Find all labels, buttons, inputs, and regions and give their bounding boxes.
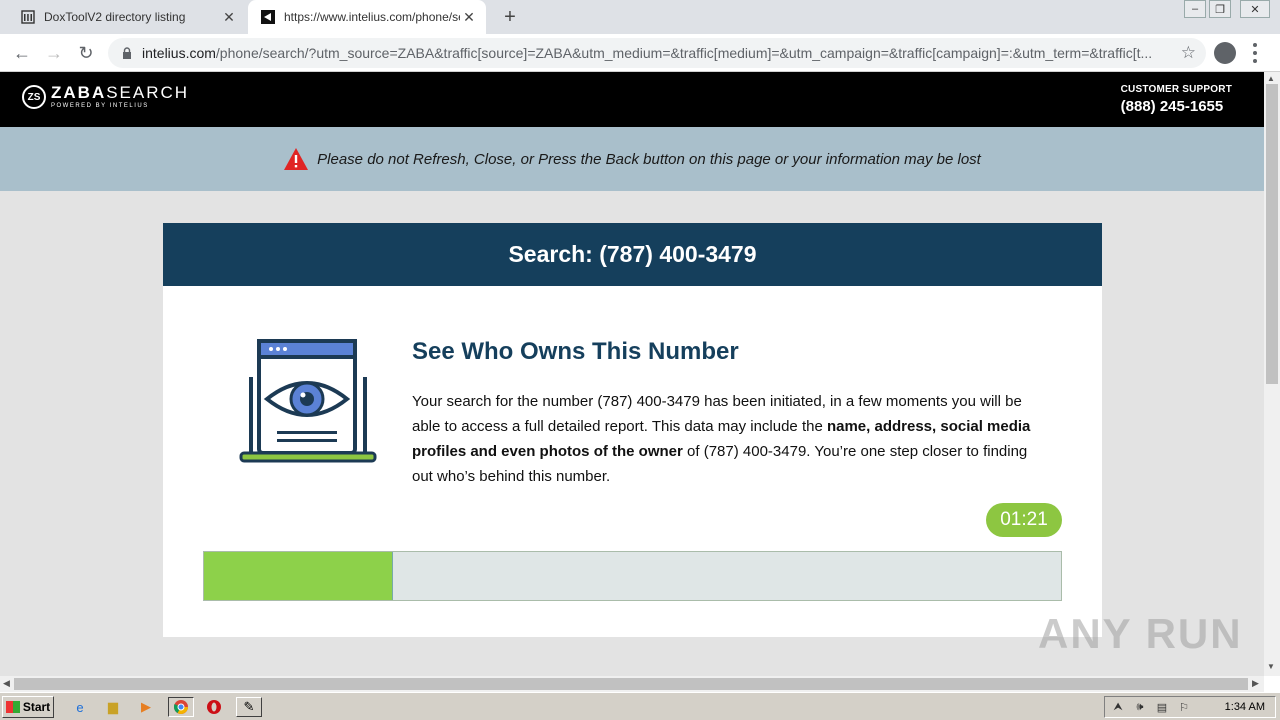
url-path: /phone/search/?utm_source=ZABA&traffic[s… xyxy=(215,45,1152,61)
profile-avatar-icon[interactable] xyxy=(1214,42,1236,64)
progress-fill xyxy=(204,552,393,600)
anyrun-watermark: ANY RUN xyxy=(1038,610,1243,657)
screen: DoxToolV2 directory listing ✕ https://ww… xyxy=(0,0,1280,720)
search-header: Search: (787) 400-3479 xyxy=(163,223,1102,286)
back-icon[interactable]: ← xyxy=(10,41,34,65)
scroll-thumb[interactable] xyxy=(1266,84,1278,384)
clock: 1:34 AM xyxy=(1224,701,1265,713)
browser-tabstrip: DoxToolV2 directory listing ✕ https://ww… xyxy=(0,0,1280,34)
system-tray: ⮝ 🕪 ▤ ⚐ 1:34 AM xyxy=(1104,696,1276,718)
volume-icon[interactable]: 🕪 xyxy=(1131,699,1149,715)
menu-kebab-icon[interactable] xyxy=(1252,43,1258,63)
url-text: intelius.com/phone/search/?utm_source=ZA… xyxy=(142,45,1152,61)
scroll-left-icon[interactable]: ◀ xyxy=(3,678,10,689)
page-viewport: ZS ZABASEARCH POWERED BY INTELIUS CUSTOM… xyxy=(0,72,1264,676)
progress-bar xyxy=(203,551,1062,601)
folder-icon[interactable]: ▆ xyxy=(103,697,123,717)
tab-intelius[interactable]: https://www.intelius.com/phone/se ✕ xyxy=(248,0,486,34)
hscroll-thumb[interactable] xyxy=(14,678,1248,690)
opera-icon[interactable] xyxy=(204,697,224,717)
logo-badge: ZS xyxy=(22,85,46,109)
logo-text: ZABASEARCH POWERED BY INTELIUS xyxy=(51,84,189,110)
zabasearch-logo[interactable]: ZS ZABASEARCH POWERED BY INTELIUS xyxy=(22,84,189,110)
countdown-timer: 01:21 xyxy=(986,503,1062,537)
warning-message: Please do not Refresh, Close, or Press t… xyxy=(317,150,981,168)
media-player-icon[interactable]: ▶ xyxy=(136,697,156,717)
logo-sub: POWERED BY INTELIUS xyxy=(51,103,149,109)
lock-icon xyxy=(120,46,134,60)
minimize-icon[interactable]: – xyxy=(1184,0,1206,18)
ie-icon[interactable]: e xyxy=(70,697,90,717)
logo-main: ZABA xyxy=(51,83,107,102)
new-tab-button[interactable]: + xyxy=(498,5,522,29)
logo-main2: SEARCH xyxy=(106,83,190,102)
zaba-icon xyxy=(260,9,276,25)
close-tab-icon[interactable]: ✕ xyxy=(460,8,478,26)
vertical-scrollbar[interactable]: ▲ ▼ xyxy=(1264,72,1280,676)
tab-doxtool[interactable]: DoxToolV2 directory listing ✕ xyxy=(8,0,246,34)
support-phone[interactable]: (888) 245-1655 xyxy=(1121,98,1232,115)
start-label: Start xyxy=(22,700,51,714)
windows-taskbar: Start e ▆ ▶ ✎ ⮝ 🕪 ▤ ⚐ 1:34 AM xyxy=(0,692,1280,720)
tray-arrow-icon[interactable]: ⮝ xyxy=(1109,699,1127,715)
tab-title: https://www.intelius.com/phone/se xyxy=(284,10,460,24)
close-tab-icon[interactable]: ✕ xyxy=(220,8,238,26)
network-icon[interactable]: ▤ xyxy=(1153,699,1171,715)
card-description: Your search for the number (787) 400-347… xyxy=(412,389,1052,489)
building-icon xyxy=(20,9,36,25)
url-host: intelius.com xyxy=(142,45,216,61)
forward-icon[interactable]: → xyxy=(42,41,66,65)
site-header: ZS ZABASEARCH POWERED BY INTELIUS CUSTOM… xyxy=(0,72,1264,127)
chrome-icon[interactable] xyxy=(168,697,194,717)
eye-scan-illustration xyxy=(239,339,377,463)
warning-icon xyxy=(284,148,309,170)
flag-icon[interactable]: ⚐ xyxy=(1175,699,1193,715)
reload-icon[interactable]: ↻ xyxy=(74,41,98,65)
edit-tool-icon[interactable]: ✎ xyxy=(236,697,262,717)
windows-logo-icon xyxy=(5,701,20,713)
scroll-up-icon[interactable]: ▲ xyxy=(1267,74,1275,83)
scroll-down-icon[interactable]: ▼ xyxy=(1267,662,1275,671)
address-bar[interactable]: intelius.com/phone/search/?utm_source=ZA… xyxy=(108,38,1206,68)
search-card: Search: (787) 400-3479 See Who Owns This… xyxy=(163,223,1102,637)
customer-support: CUSTOMER SUPPORT (888) 245-1655 xyxy=(1121,84,1232,115)
browser-toolbar: ← → ↻ intelius.com/phone/search/?utm_sou… xyxy=(0,34,1280,72)
support-label: CUSTOMER SUPPORT xyxy=(1120,84,1232,95)
restore-icon[interactable]: ❐ xyxy=(1209,0,1231,18)
card-heading: See Who Owns This Number xyxy=(412,338,739,365)
start-button[interactable]: Start xyxy=(2,696,54,718)
scroll-right-icon[interactable]: ▶ xyxy=(1252,678,1259,689)
horizontal-scrollbar[interactable]: ◀ ▶ xyxy=(0,676,1264,692)
bookmark-star-icon[interactable]: ☆ xyxy=(1181,43,1196,63)
close-window-icon[interactable]: ✕ xyxy=(1240,0,1270,18)
tab-title: DoxToolV2 directory listing xyxy=(44,10,186,24)
warning-banner: Please do not Refresh, Close, or Press t… xyxy=(0,127,1264,191)
